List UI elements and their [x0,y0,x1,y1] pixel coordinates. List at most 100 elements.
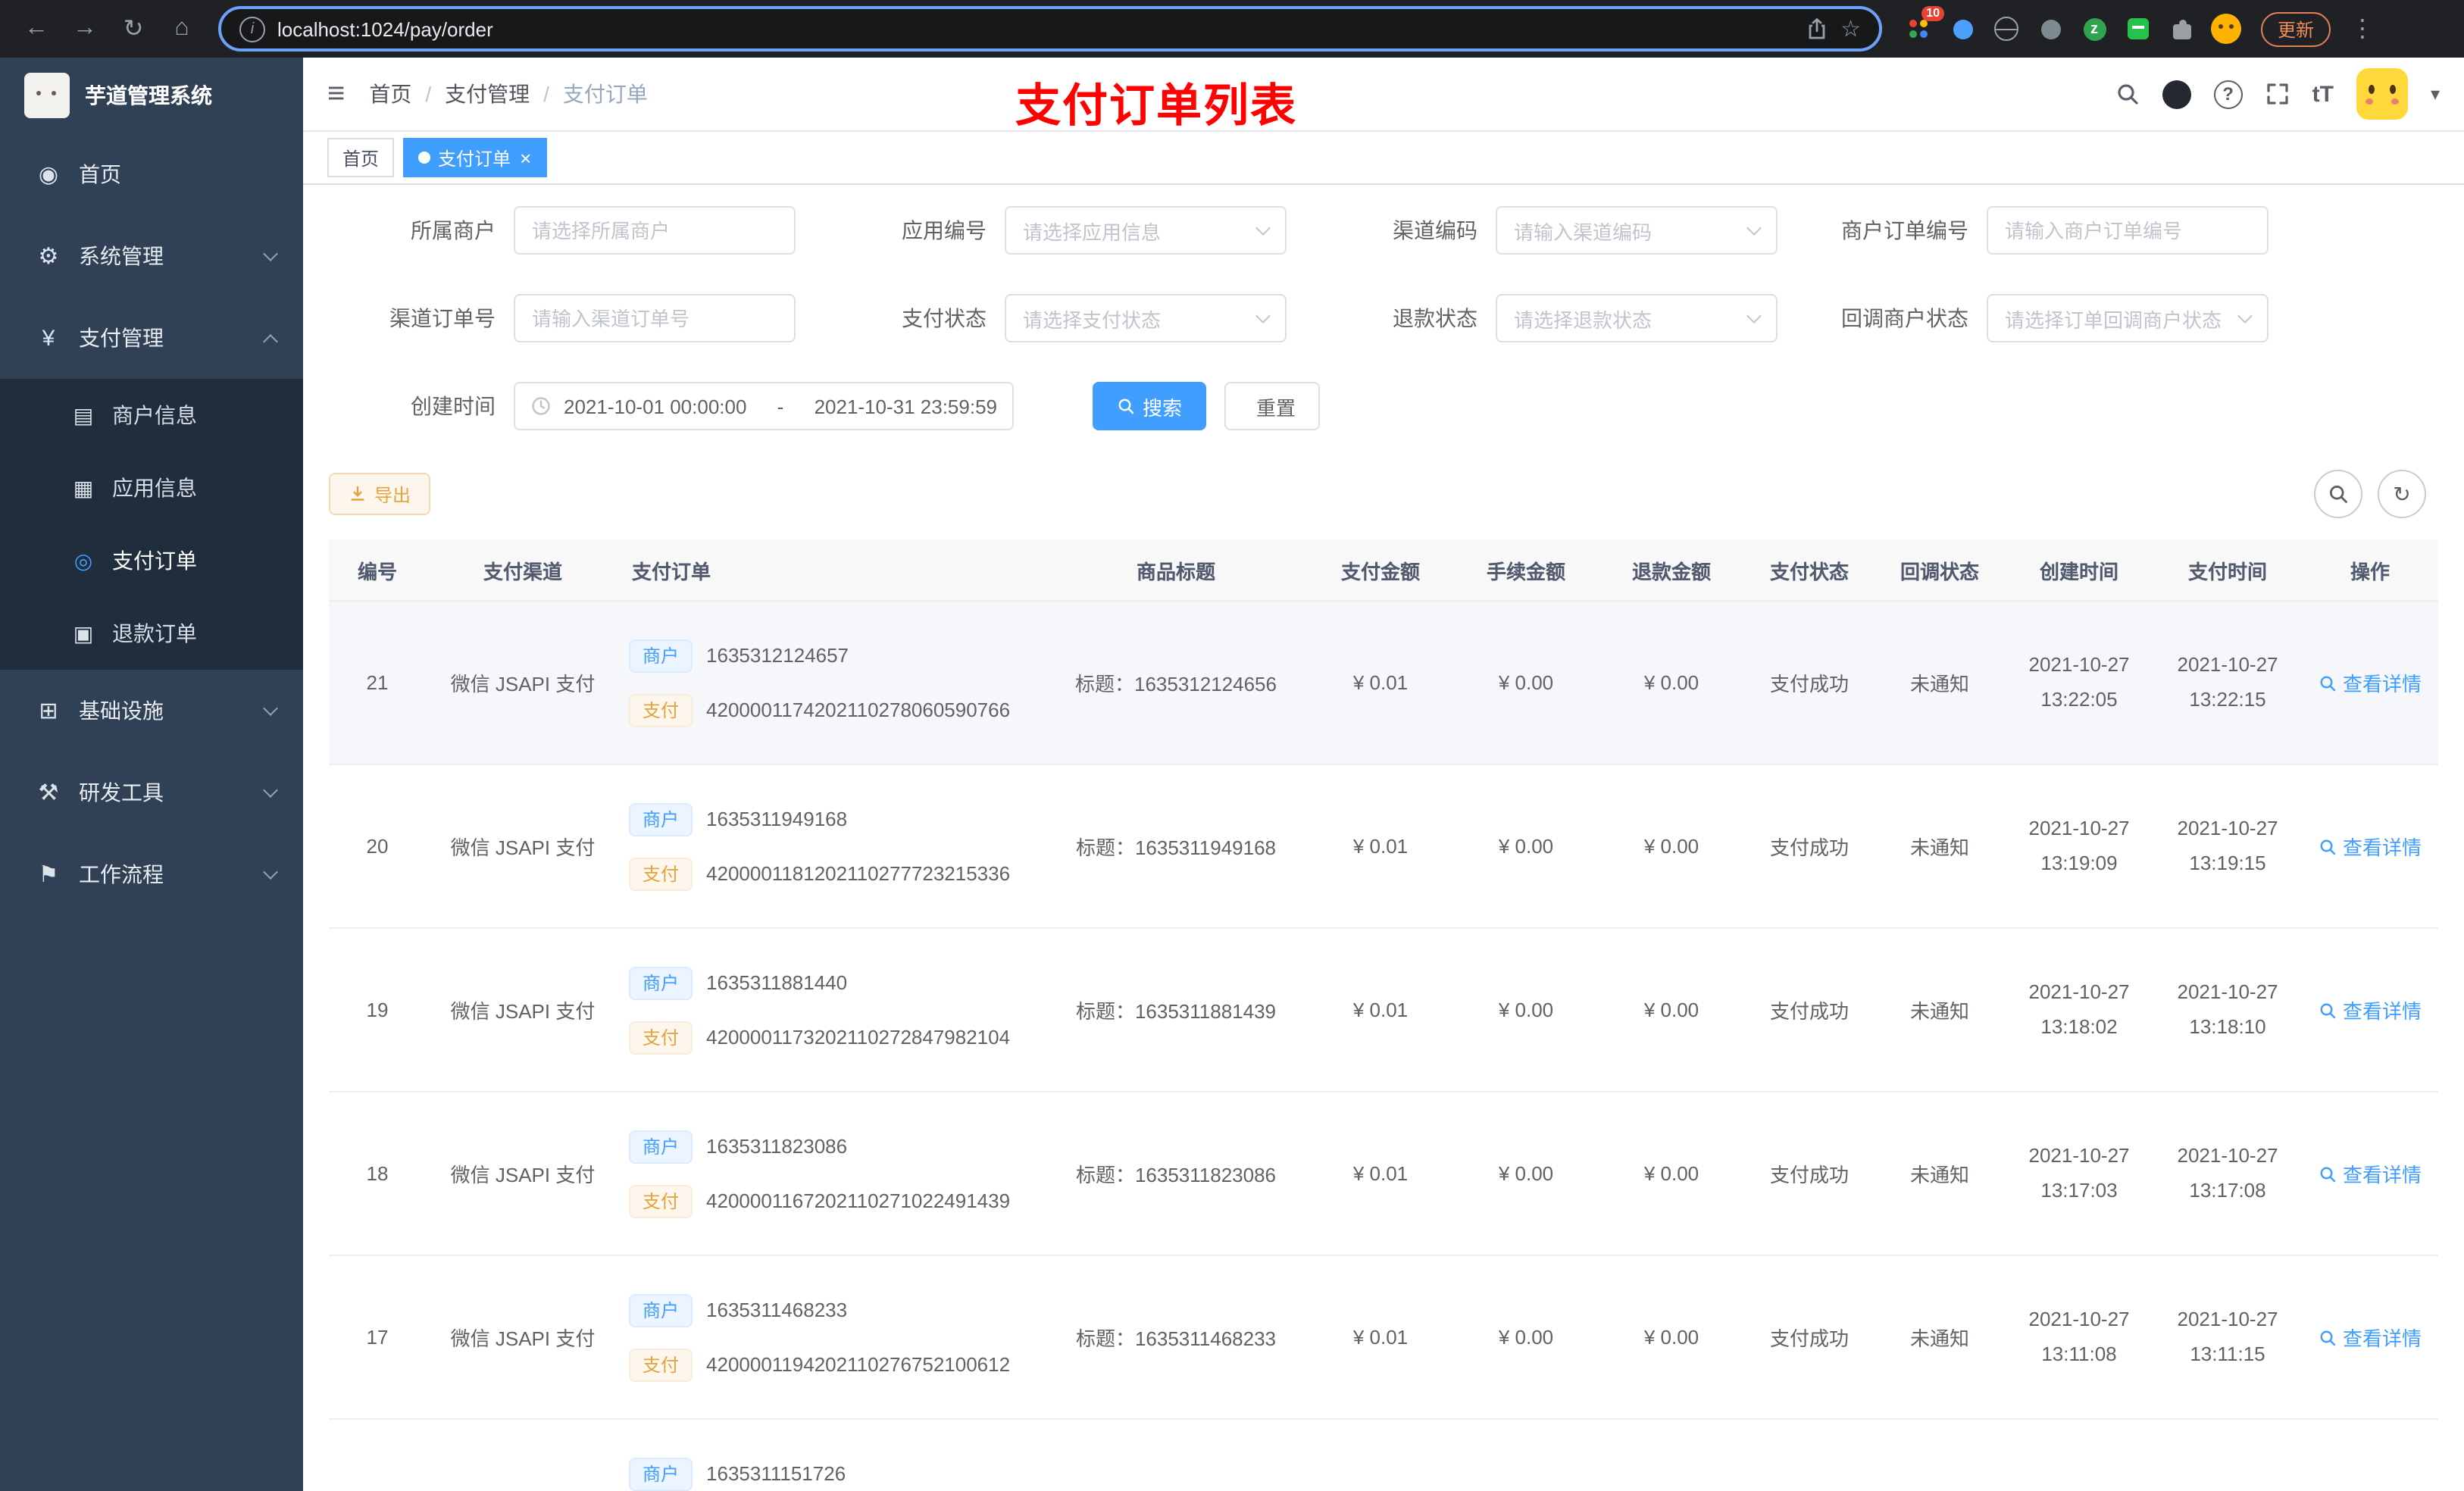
tab-home[interactable]: 首页 [327,138,395,177]
cell-amount: ¥ 0.01 [1308,764,1453,929]
sidebar-item-home[interactable]: ◉ 首页 [0,133,303,215]
refresh-table-button[interactable]: ↻ [2378,470,2426,518]
cell-status: 支付成功 [1744,1092,1875,1256]
flag-icon: ⚑ [38,862,59,888]
pay-tag: 支付 [629,1021,693,1054]
tab-pay-order[interactable]: 支付订单 × [403,138,547,177]
cell-pay-order: 商户 1635311949168 支付 4200001181202110277723… [620,764,1044,929]
merchant-order-no-input[interactable] [1987,206,2269,255]
avatar-caret-icon[interactable]: ▾ [2431,83,2440,105]
search-button[interactable]: 搜索 [1093,382,1207,430]
merchant-tag: 商户 [629,966,693,999]
cell-created: 2021-10-27 13:19:09 [2005,764,2153,929]
sidebar-item-infra[interactable]: ⊞ 基础设施 [0,670,303,752]
cell-created: 2021-10-27 13:17:03 [2005,1092,2153,1256]
sidebar-item-system[interactable]: ⚙ 系统管理 [0,215,303,297]
create-time-range-picker[interactable]: 2021-10-01 00:00:00 - 2021-10-31 23:59:5… [514,382,1014,430]
share-icon[interactable] [1804,17,1828,41]
toggle-search-button[interactable] [2314,470,2362,518]
channel-code-select[interactable]: 请输入渠道编码 [1496,206,1778,255]
date-end: 2021-10-31 23:59:59 [814,395,997,417]
app-no-select[interactable]: 请选择应用信息 [1005,206,1287,255]
extensions-puzzle-icon[interactable] [2167,14,2197,44]
sidebar-item-merchant-info[interactable]: ▤ 商户信息 [0,379,303,452]
font-size-icon[interactable]: tT [2312,81,2334,107]
extension-palette-icon[interactable]: 10 [1903,6,1944,44]
browser-refresh-button[interactable]: ↻ [112,8,155,50]
breadcrumb: 首页 / 支付管理 / 支付订单 [369,79,648,109]
browser-update-button[interactable]: 更新 [2261,11,2331,46]
reset-button[interactable]: 重置 [1224,382,1321,430]
browser-extensions-area: 10 z 更新 ⋮ [1903,6,2381,46]
extension-globe-icon[interactable] [1991,14,2022,44]
browser-home-button[interactable]: ⌂ [161,8,203,50]
extension-chat-icon[interactable] [2123,14,2153,44]
chevron-down-icon [263,246,278,261]
pay-status-select[interactable]: 请选择支付状态 [1005,294,1287,342]
url-text[interactable]: localhost:1024/pay/order [277,17,1792,40]
export-button[interactable]: 导出 [329,473,431,515]
extension-badge: 10 [1921,6,1944,21]
cell-notify: 未通知 [1875,1092,2005,1256]
sidebar-item-pay-order[interactable]: ◎ 支付订单 [0,524,303,597]
card-icon: ▤ [73,402,94,427]
sidebar-item-refund-order[interactable]: ▣ 退款订单 [0,597,303,670]
view-detail-link[interactable]: 查看详情 [2319,668,2422,697]
refund-status-select[interactable]: 请选择退款状态 [1496,294,1778,342]
view-detail-link[interactable]: 查看详情 [2319,1323,2422,1352]
table-header-row: 编号 支付渠道 支付订单 商品标题 支付金额 手续金额 退款金额 支付状态 回调… [329,539,2438,602]
notify-status-select[interactable]: 请选择订单回调商户状态 [1987,294,2269,342]
cell-id: 17 [329,1255,426,1420]
browser-menu-icon[interactable]: ⋮ [2344,14,2381,44]
close-icon[interactable]: × [520,148,531,167]
sidebar-item-label: 基础设施 [79,699,164,723]
cell-channel: 微信 JSAPI 支付 [426,601,620,765]
channel-order-no-input[interactable] [514,294,796,342]
breadcrumb-home[interactable]: 首页 [369,79,411,109]
date-start: 2021-10-01 00:00:00 [564,395,747,417]
pay-order-table: 编号 支付渠道 支付订单 商品标题 支付金额 手续金额 退款金额 支付状态 回调… [329,539,2438,1491]
cell-paid: 2021-10-27 13:22:15 [2153,601,2302,765]
cell-action: 查看详情 [2302,601,2438,765]
help-icon[interactable]: ? [2213,80,2243,108]
cell-pay-order: 商户 1635311823086 支付 4200001167202110271022… [620,1092,1044,1256]
breadcrumb-payment[interactable]: 支付管理 [445,79,530,109]
cell-pay-order: 商户 1635311468233 支付 4200001194202110276752… [620,1255,1044,1420]
gear-icon: ⚙ [38,244,59,270]
logo-image [24,73,70,118]
cell-amount: ¥ 0.01 [1308,1255,1453,1420]
site-info-icon[interactable]: i [239,16,265,42]
sidebar-item-devtools[interactable]: ⚒ 研发工具 [0,752,303,833]
bookmark-star-icon[interactable]: ☆ [1840,15,1861,42]
sidebar-item-app-info[interactable]: ▦ 应用信息 [0,452,303,524]
merchant-tag: 商户 [629,639,693,672]
page-annotation: 支付订单列表 [1015,82,1297,132]
merchant-filter-input[interactable] [514,206,796,255]
merchant-order-no: 1635311151726 [706,1462,846,1485]
breadcrumb-separator: / [425,82,432,106]
view-detail-link[interactable]: 查看详情 [2319,1159,2422,1188]
search-icon [2319,837,2337,855]
extension-dot-icon[interactable] [2035,14,2065,44]
address-bar[interactable]: i localhost:1024/pay/order ☆ [218,6,1882,52]
view-detail-link[interactable]: 查看详情 [2319,832,2422,861]
view-detail-link[interactable]: 查看详情 [2319,996,2422,1024]
cell-amount: ¥ 0.01 [1308,928,1453,1092]
cell-refund: ¥ 0.00 [1599,764,1744,929]
cell-title: 标题：1635311881439 [1044,928,1308,1092]
browser-profile-avatar[interactable] [2211,14,2241,44]
sidebar-item-payment[interactable]: ¥ 支付管理 [0,297,303,379]
github-icon[interactable] [2162,80,2191,108]
hamburger-icon[interactable]: ≡ [327,79,345,109]
extension-z-icon[interactable]: z [2079,14,2109,44]
browser-forward-button[interactable]: → [64,8,106,50]
fullscreen-icon[interactable] [2265,82,2290,106]
search-icon[interactable] [2115,82,2140,106]
cell-title: 标题：1635311468233 [1044,1255,1308,1420]
sidebar-item-workflow[interactable]: ⚑ 工作流程 [0,833,303,915]
col-status: 支付状态 [1744,539,1875,602]
extension-pin-icon[interactable] [1947,14,1978,44]
export-button-label: 导出 [374,484,411,505]
user-avatar[interactable] [2356,68,2408,120]
browser-back-button[interactable]: ← [15,8,58,50]
